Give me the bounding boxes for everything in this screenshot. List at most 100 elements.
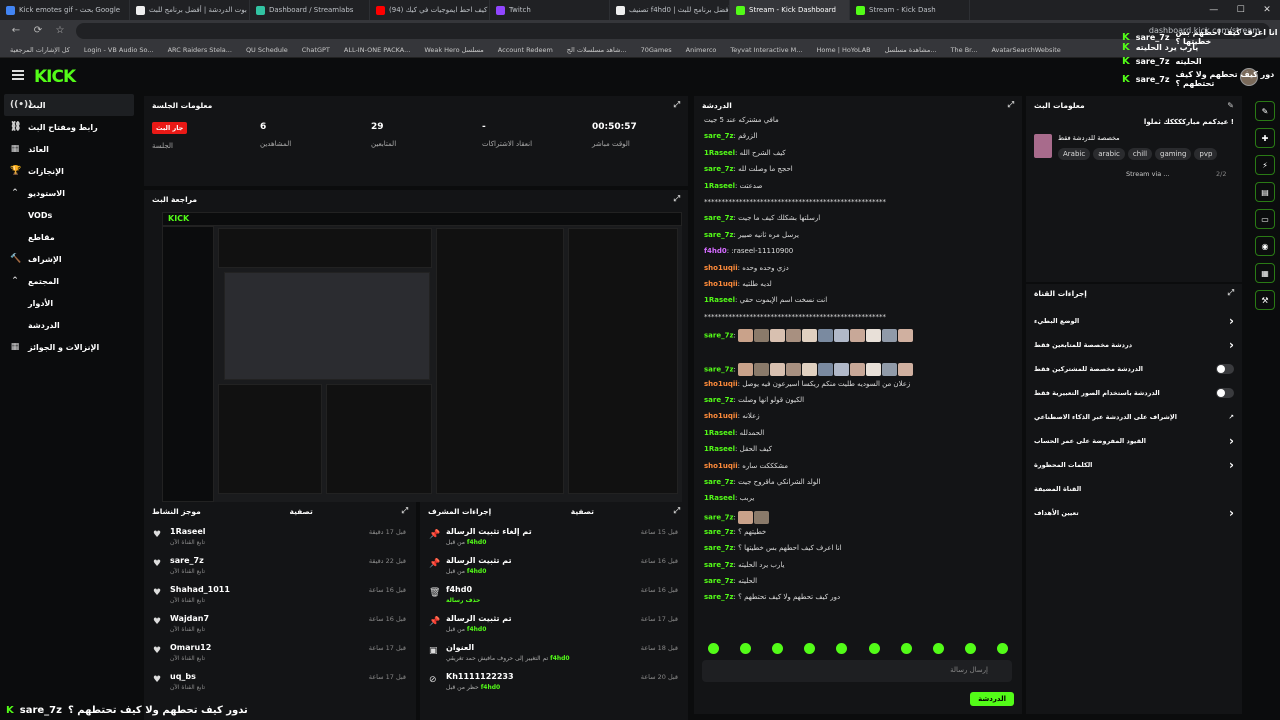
sidebar-item[interactable]: مقاطع — [0, 226, 140, 248]
sidebar-item[interactable]: ⛓ رابط ومفتاح البث — [0, 116, 140, 138]
star-icon[interactable]: ☆ — [54, 25, 66, 37]
chat-username[interactable]: sare_7z — [704, 593, 734, 601]
bookmark-item[interactable]: AvatarSearchWebsite — [991, 46, 1060, 54]
popout-icon[interactable]: ⤢ — [1228, 288, 1234, 298]
url-field[interactable]: dashboard.kick.com/stream — [76, 23, 1270, 39]
bookmark-item[interactable]: Weak Hero مسلسل — [424, 46, 483, 54]
activity-user[interactable]: Wajdan7 — [170, 614, 209, 623]
rail-layout-icon[interactable]: ▦ — [1255, 263, 1275, 283]
chat-username[interactable]: sare_7z — [704, 577, 734, 585]
chat-username[interactable]: sare_7z — [704, 478, 734, 486]
browser-tab[interactable]: بوت الدردشة | أفضل برنامج للبث — [130, 0, 250, 20]
bookmark-item[interactable]: The Br... — [951, 46, 978, 54]
chat-username[interactable]: 1Raseel — [704, 149, 735, 157]
mod-filter[interactable]: تصفية — [571, 507, 594, 516]
chat-username[interactable]: sare_7z — [704, 231, 734, 239]
bookmark-item[interactable]: مشاهدة مسلسل... — [885, 46, 937, 54]
sidebar-item[interactable]: ⌃ المجتمع — [0, 270, 140, 292]
mod-action-by-user[interactable]: f4hd0 — [467, 539, 487, 546]
rail-doc-icon[interactable]: ▤ — [1255, 182, 1275, 202]
toggle-switch[interactable] — [1216, 364, 1234, 374]
external-link-icon[interactable]: ↗ — [1229, 413, 1234, 421]
chat-username[interactable]: f4hd0 — [704, 247, 727, 255]
chat-username[interactable]: sare_7z — [704, 365, 734, 373]
chat-username[interactable]: 1Raseel — [704, 296, 735, 304]
menu-icon[interactable] — [12, 70, 24, 80]
rail-gift-icon[interactable]: ✚ — [1255, 128, 1275, 148]
browser-tab[interactable]: كيف احط ايموجيات في كيك (94) — [370, 0, 490, 20]
rail-chat-icon[interactable]: ▭ — [1255, 209, 1275, 229]
chat-username[interactable]: sare_7z — [704, 544, 734, 552]
minimize-icon[interactable]: — — [1209, 5, 1218, 15]
maximize-icon[interactable]: ☐ — [1237, 5, 1245, 15]
chat-username[interactable]: 1Raseel — [704, 445, 735, 453]
channel-action-row[interactable]: دردشة مخصصة للمتابعين فقط › — [1026, 334, 1242, 356]
chat-username[interactable]: sare_7z — [704, 528, 734, 536]
channel-action-row[interactable]: الدردشة باستخدام الصور التعبيرية فقط — [1026, 382, 1242, 404]
chevron-right-icon[interactable]: › — [1229, 314, 1234, 328]
chat-username[interactable]: sho1uqii — [704, 380, 738, 388]
bookmark-item[interactable]: 70Games — [641, 46, 672, 54]
chat-username[interactable]: sare_7z — [704, 165, 734, 173]
sidebar-item[interactable]: الدردشة — [0, 314, 140, 336]
edit-icon[interactable]: ✎ — [1227, 101, 1234, 110]
popout-icon[interactable]: ⤢ — [674, 506, 680, 516]
sidebar-item[interactable]: ⌃ الاستوديو — [0, 182, 140, 204]
chat-username[interactable]: sho1uqii — [704, 264, 738, 272]
chat-username[interactable]: sare_7z — [704, 513, 734, 521]
browser-tab[interactable]: Twitch — [490, 0, 610, 20]
browser-tab[interactable]: Stream - Kick Dash — [850, 0, 970, 20]
bookmark-item[interactable]: Account Redeem — [498, 46, 553, 54]
rail-bolt-icon[interactable]: ⚡ — [1255, 155, 1275, 175]
chevron-right-icon[interactable]: › — [1229, 338, 1234, 352]
chat-username[interactable]: 1Raseel — [704, 494, 735, 502]
bookmark-item[interactable]: ChatGPT — [302, 46, 330, 54]
stream-preview[interactable]: KICK — [162, 212, 682, 502]
chat-username[interactable]: sare_7z — [704, 132, 734, 140]
popout-icon[interactable]: ⤢ — [402, 506, 408, 516]
stream-tag[interactable]: pvp — [1194, 148, 1218, 160]
bookmark-item[interactable]: QU Schedule — [246, 46, 288, 54]
popout-icon[interactable]: ⤢ — [674, 194, 680, 204]
emote-picker-icon[interactable] — [996, 643, 1008, 654]
browser-tab[interactable]: تصنيف f4hd0 | أفضل برنامج للبث — [610, 0, 730, 20]
bookmark-item[interactable]: Home | HoYoLAB — [816, 46, 870, 54]
emote-picker-icon[interactable] — [932, 643, 944, 654]
activity-user[interactable]: Omaru12 — [170, 643, 211, 652]
back-icon[interactable]: ← — [10, 25, 22, 37]
chat-username[interactable]: sare_7z — [704, 214, 734, 222]
popout-icon[interactable]: ⤢ — [1008, 100, 1014, 110]
activity-user[interactable]: 1Raseel — [170, 527, 205, 536]
browser-tab[interactable]: Kick emotes gif - بحث Google — [0, 0, 130, 20]
chat-username[interactable]: 1Raseel — [704, 429, 735, 437]
browser-tab[interactable]: Dashboard / Streamlabs — [250, 0, 370, 20]
bookmark-item[interactable]: Animerco — [686, 46, 717, 54]
chat-username[interactable]: 1Raseel — [704, 182, 735, 190]
rail-live-icon[interactable]: ◉ — [1255, 236, 1275, 256]
close-icon[interactable]: ✕ — [1263, 5, 1271, 15]
emote-picker-icon[interactable] — [804, 643, 816, 654]
sidebar-item[interactable]: ▦ الإنزالات و الجوائز — [0, 336, 140, 358]
bookmark-item[interactable]: كل الإشارات المرجعية — [10, 46, 70, 54]
emote-picker-icon[interactable] — [772, 643, 784, 654]
popout-icon[interactable]: ⤢ — [674, 100, 680, 110]
activity-filter[interactable]: تصفية — [290, 507, 313, 516]
mod-action-by-user[interactable]: f4hd0 — [467, 626, 487, 633]
activity-user[interactable]: uq_bs — [170, 672, 196, 681]
channel-action-row[interactable]: الإشراف على الدردشة عبر الذكاء الاصطناعي… — [1026, 406, 1242, 428]
activity-user[interactable]: sare_7z — [170, 556, 204, 565]
rail-pen-icon[interactable]: ✎ — [1255, 101, 1275, 121]
mod-action-by-user[interactable]: f4hd0 — [467, 568, 487, 575]
stream-tag[interactable]: chill — [1127, 148, 1153, 160]
chevron-right-icon[interactable]: › — [1229, 506, 1234, 520]
emote-picker-icon[interactable] — [868, 643, 880, 654]
channel-action-row[interactable]: الوضع البطيء › — [1026, 310, 1242, 332]
sidebar-item[interactable]: ((•)) البث — [4, 94, 134, 116]
emote-picker-icon[interactable] — [708, 643, 719, 654]
chat-username[interactable]: sare_7z — [704, 396, 734, 404]
mod-action-by-user[interactable]: حذف رسالة — [446, 597, 480, 604]
activity-user[interactable]: Shahad_1011 — [170, 585, 230, 594]
mod-action-by-user[interactable]: f4hd0 — [550, 655, 570, 662]
chat-username[interactable]: sho1uqii — [704, 412, 738, 420]
bookmark-item[interactable]: Login - VB Audio So... — [84, 46, 154, 54]
